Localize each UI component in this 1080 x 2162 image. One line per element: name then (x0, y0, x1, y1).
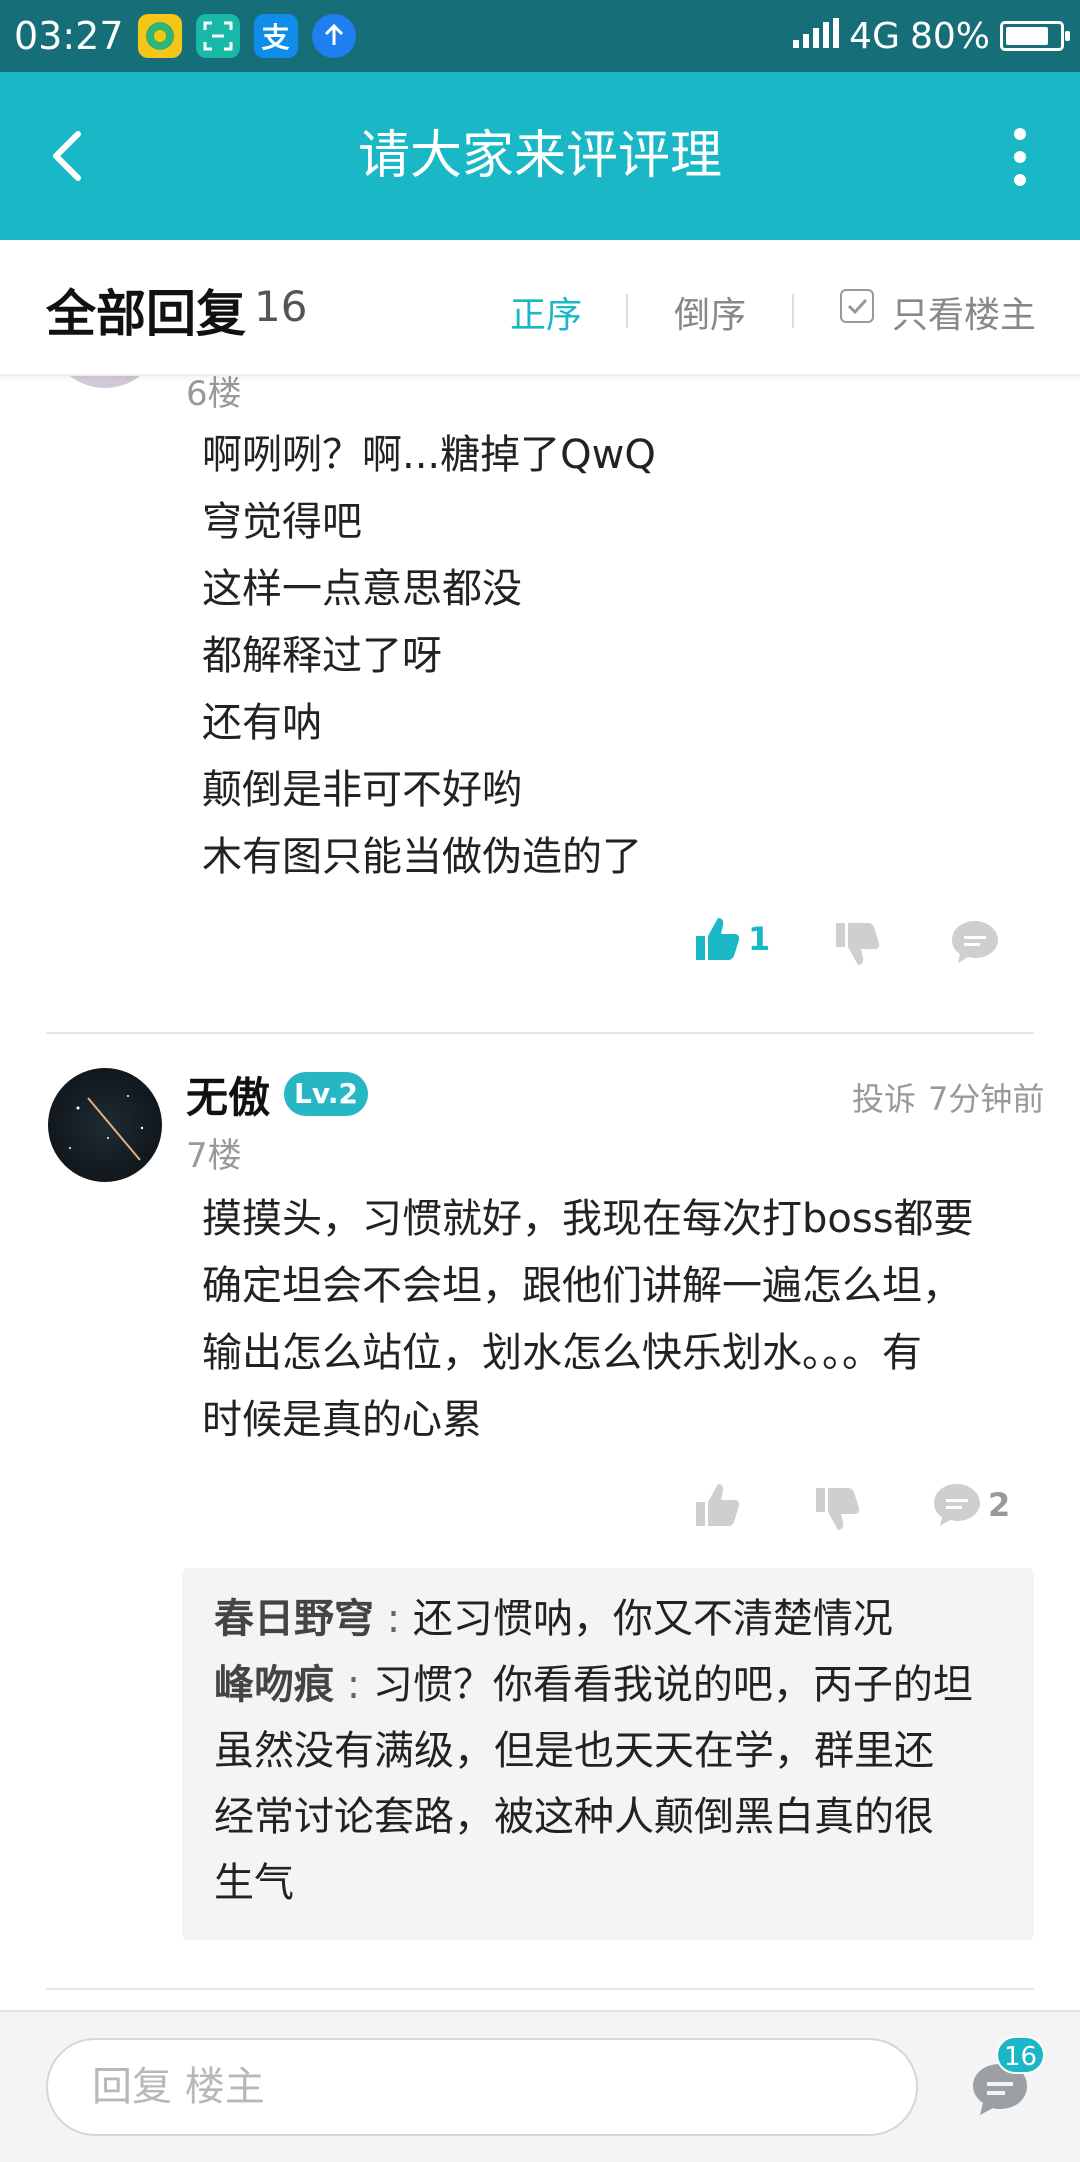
post-line: 确定坦会不会坦，跟他们讲解一遍怎么坦， (202, 1263, 962, 1309)
sort-ascending-button[interactable]: 正序 (510, 286, 582, 338)
sub-replies: 春日野穹 : 还习惯呐，你又不清楚情况 峰吻痕 : 习惯？你看看我说的吧，丙子的… (182, 1568, 1034, 1940)
reply-input[interactable]: 回复 楼主 (46, 2038, 918, 2136)
post-divider (46, 1988, 1034, 1990)
post-divider (46, 1032, 1034, 1034)
post-line: 摸摸头，习惯就好，我现在每次打boss都要 (202, 1196, 974, 1242)
reply-text: 还习惯呐，你又不清楚情况 (412, 1596, 893, 1642)
more-options-icon[interactable] (990, 122, 1050, 192)
reply-text: 习惯？你看看我说的吧，丙子的坦 (372, 1662, 973, 1708)
status-bar: 03:27 支 4G 80% (0, 0, 1080, 72)
reply-author[interactable]: 峰吻痕 (214, 1662, 334, 1708)
post-line: 啊咧咧？啊...糖掉了QwQ (202, 432, 656, 478)
scan-icon (195, 14, 240, 58)
network-type: 4G (849, 15, 900, 57)
reply-list: 6楼 啊咧咧？啊...糖掉了QwQ 穹觉得吧 这样一点意思都没 都解释过了呀 还… (0, 374, 1080, 2010)
upload-icon (311, 14, 356, 58)
post-time: 7分钟前 (928, 1080, 1045, 1118)
comment-icon (934, 1484, 980, 1526)
post-body: 啊咧咧？啊...糖掉了QwQ 穹觉得吧 这样一点意思都没 都解释过了呀 还有呐 … (202, 422, 656, 891)
signal-icon (791, 16, 840, 57)
post-line: 木有图只能当做伪造的了 (202, 834, 642, 880)
status-time: 03:27 (14, 14, 124, 58)
sort-divider (792, 294, 794, 328)
all-replies-label: 全部回复 (46, 285, 246, 343)
reply-author[interactable]: 春日野穹 (214, 1596, 374, 1642)
battery-icon (1000, 21, 1070, 51)
post-line: 这样一点意思都没 (202, 566, 522, 612)
username[interactable]: 无傲 (186, 1064, 270, 1125)
comment-icon[interactable] (950, 919, 1000, 965)
floor-number: 7楼 (186, 1136, 242, 1176)
comment-count: 2 (988, 1486, 1011, 1524)
sort-bar: 全部回复 16 正序 倒序 只看楼主 (0, 240, 1080, 376)
post-line: 都解释过了呀 (202, 633, 442, 679)
alipay-icon: 支 (253, 14, 298, 58)
thumbs-up-icon (696, 918, 740, 960)
qq-music-icon (137, 14, 182, 58)
owner-only-checkbox[interactable] (840, 289, 874, 323)
post-line: 时候是真的心累 (202, 1397, 482, 1443)
post-line: 还有呐 (202, 700, 322, 746)
reply-text-line: 虽然没有满级，但是也天天在学，群里还 (214, 1728, 934, 1774)
owner-only-label[interactable]: 只看楼主 (892, 286, 1036, 338)
post-line: 输出怎么站位，划水怎么快乐划水。。。有 (202, 1330, 922, 1376)
post-body: 摸摸头，习惯就好，我现在每次打boss都要 确定坦会不会坦，跟他们讲解一遍怎么坦… (202, 1186, 974, 1454)
page-title: 请大家来评评理 (357, 126, 722, 186)
sort-divider (626, 294, 628, 328)
reply-count-badge: 16 (996, 2036, 1046, 2074)
sub-reply[interactable]: 春日野穹 : 还习惯呐，你又不清楚情况 (214, 1586, 1004, 1652)
reply-text-line: 生气 (214, 1860, 294, 1906)
post-line: 颠倒是非可不好哟 (202, 767, 522, 813)
reply-input-bar: 回复 楼主 16 (0, 2010, 1080, 2162)
thumbs-down-icon[interactable] (812, 1484, 862, 1534)
like-button[interactable]: 1 (692, 914, 770, 964)
reply-text-line: 经常讨论套路，被这种人颠倒黑白真的很 (214, 1794, 934, 1840)
level-badge: Lv.2 (284, 1072, 368, 1116)
comment-button[interactable]: 2 (932, 1482, 1010, 1528)
sort-descending-button[interactable]: 倒序 (674, 286, 746, 338)
reply-count: 16 (254, 282, 308, 331)
sub-reply[interactable]: 峰吻痕 : 习惯？你看看我说的吧，丙子的坦 虽然没有满级，但是也天天在学，群里还… (214, 1652, 1004, 1916)
thumbs-up-icon[interactable] (692, 1480, 742, 1530)
avatar[interactable] (48, 374, 162, 388)
report-link[interactable]: 投诉 (852, 1074, 916, 1120)
thumbs-down-icon[interactable] (832, 919, 882, 969)
floor-number: 6楼 (186, 374, 242, 414)
avatar[interactable] (48, 1068, 162, 1182)
battery-percent: 80% (909, 15, 990, 57)
like-count: 1 (748, 920, 771, 958)
post-line: 穹觉得吧 (202, 499, 362, 545)
app-header: 请大家来评评理 (0, 72, 1080, 240)
